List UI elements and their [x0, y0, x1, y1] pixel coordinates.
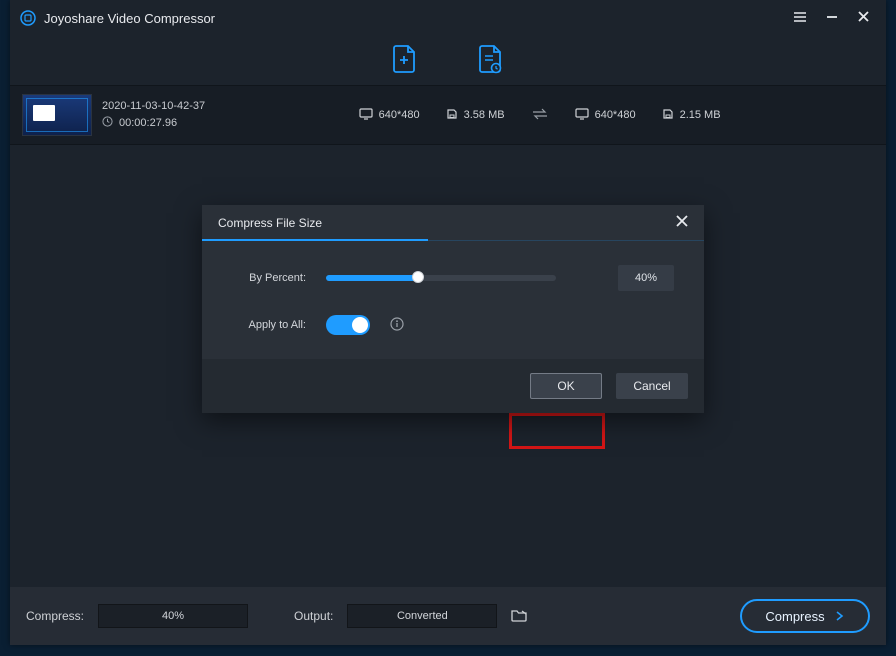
by-percent-label: By Percent:	[226, 272, 306, 284]
app-title: Joyoshare Video Compressor	[44, 11, 793, 26]
compress-button[interactable]: Compress	[740, 599, 870, 633]
output-label: Output:	[294, 609, 333, 623]
cancel-button[interactable]: Cancel	[616, 373, 688, 399]
modal-footer: OK Cancel	[202, 359, 704, 413]
bottom-bar: Compress: 40% Output: Converted Compress	[10, 587, 886, 645]
video-thumbnail[interactable]	[22, 94, 92, 136]
modal-title: Compress File Size	[218, 216, 322, 230]
file-info: 2020-11-03-10-42-37 00:00:27.96	[102, 100, 205, 130]
target-size: 2.15 MB	[680, 109, 721, 121]
info-icon[interactable]	[390, 317, 404, 334]
title-bar: Joyoshare Video Compressor	[10, 0, 886, 36]
percent-value-box[interactable]: 40%	[618, 265, 674, 291]
disk-icon	[662, 108, 674, 123]
file-name: 2020-11-03-10-42-37	[102, 100, 205, 112]
monitor-icon	[575, 108, 589, 123]
compress-button-label: Compress	[765, 609, 824, 624]
compress-value-box[interactable]: 40%	[98, 604, 248, 628]
content-area: Compress File Size By Percent: 40% Apply	[10, 145, 886, 587]
annotation-highlight	[509, 413, 605, 449]
convert-arrow-icon	[531, 108, 549, 123]
chevron-right-icon	[833, 610, 845, 622]
modal-header: Compress File Size	[202, 205, 704, 241]
clock-icon	[102, 116, 113, 130]
open-folder-icon[interactable]	[511, 608, 527, 625]
ok-button[interactable]: OK	[530, 373, 602, 399]
apply-all-label: Apply to All:	[226, 319, 306, 331]
compress-modal: Compress File Size By Percent: 40% Apply	[202, 205, 704, 413]
minimize-icon[interactable]	[825, 10, 839, 27]
apply-all-toggle[interactable]	[326, 315, 370, 335]
target-resolution: 640*480	[595, 109, 636, 121]
slider-knob[interactable]	[412, 271, 424, 283]
output-value-box[interactable]: Converted	[347, 604, 497, 628]
app-window: Joyoshare Video Compressor 2020-11-03-10…	[10, 0, 886, 645]
disk-icon	[446, 108, 458, 123]
compress-label: Compress:	[26, 609, 84, 623]
percent-slider[interactable]	[326, 275, 556, 281]
source-size: 3.58 MB	[464, 109, 505, 121]
file-row: 2020-11-03-10-42-37 00:00:27.96 640*480 …	[10, 86, 886, 145]
monitor-icon	[359, 108, 373, 123]
history-file-icon[interactable]	[478, 44, 504, 77]
modal-close-icon[interactable]	[676, 215, 688, 230]
modal-body: By Percent: 40% Apply to All:	[202, 241, 704, 359]
source-resolution: 640*480	[379, 109, 420, 121]
file-metrics: 640*480 3.58 MB 640*480 2.15 MB	[205, 108, 874, 123]
top-toolbar	[10, 36, 886, 86]
app-logo-icon	[20, 10, 36, 26]
add-file-icon[interactable]	[392, 44, 418, 77]
file-duration: 00:00:27.96	[119, 117, 177, 129]
menu-icon[interactable]	[793, 10, 807, 27]
close-icon[interactable]	[857, 10, 870, 27]
window-controls	[793, 10, 876, 27]
